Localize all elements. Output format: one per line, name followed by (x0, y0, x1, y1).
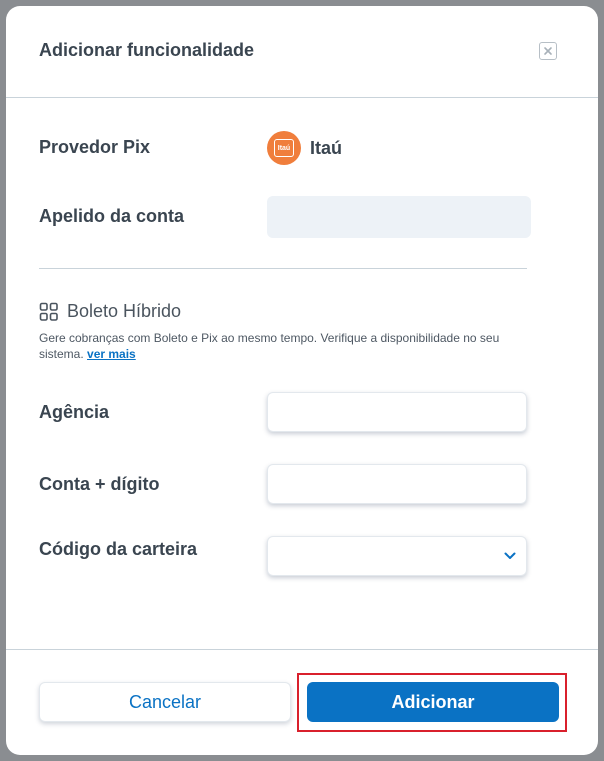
agency-label: Agência (39, 402, 110, 422)
account-digit-input[interactable] (267, 464, 527, 504)
wallet-code-label: Código da carteira (39, 539, 198, 559)
boleto-section-header: Boleto Híbrido (39, 301, 181, 322)
bank-logo-text: Itaú (274, 139, 294, 157)
close-button[interactable] (539, 42, 557, 60)
itau-logo-icon: Itaú (267, 131, 301, 165)
modal-header: Adicionar funcionalidade (6, 6, 598, 98)
pix-provider-name: Itaú (310, 137, 343, 158)
cancel-button[interactable]: Cancelar (39, 682, 291, 722)
add-button[interactable]: Adicionar (307, 682, 559, 722)
footer-divider (6, 649, 598, 650)
modal-title: Adicionar funcionalidade (39, 40, 255, 60)
chevron-down-icon (504, 552, 516, 559)
account-nickname-input[interactable] (267, 196, 531, 238)
account-nickname-label: Apelido da conta (39, 206, 185, 226)
pix-provider: Itaú Itaú (267, 131, 342, 165)
see-more-link[interactable]: ver mais (87, 347, 136, 361)
account-digit-label: Conta + dígito (39, 474, 160, 494)
pix-provider-label: Provedor Pix (39, 137, 151, 157)
agency-input[interactable] (267, 392, 527, 432)
boleto-section-description: Gere cobranças com Boleto e Pix ao mesmo… (39, 330, 529, 362)
section-divider (39, 268, 527, 269)
wallet-code-select[interactable] (267, 536, 527, 576)
close-icon (544, 47, 552, 55)
boleto-section-title: Boleto Híbrido (67, 301, 182, 321)
add-feature-modal: Adicionar funcionalidade Provedor Pix It… (6, 6, 598, 755)
grid-icon (39, 302, 58, 321)
